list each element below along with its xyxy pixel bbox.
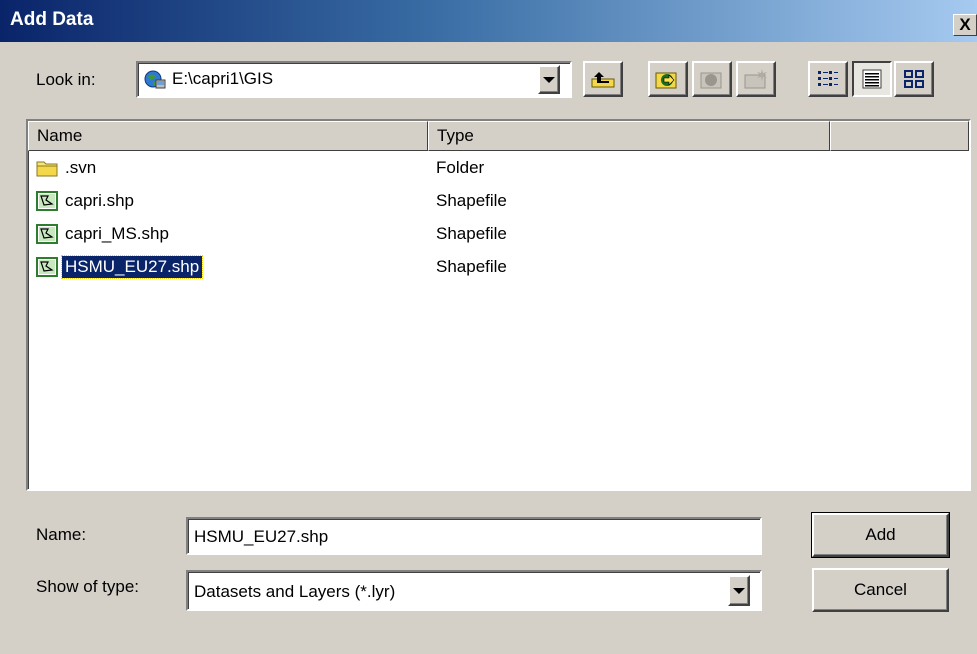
list-item[interactable]: .svn Folder [28,151,969,183]
disconnect-folder-icon [700,72,722,89]
folder-icon [36,161,58,177]
list-view-icon [818,71,838,86]
shapefile-icon [36,224,58,244]
list-item-name: capri.shp [65,191,134,210]
title-bar[interactable]: Add Data X [0,0,977,42]
list-item-selected[interactable]: HSMU_EU27.shp Shapefile [28,250,969,282]
show-of-type-dropdown[interactable]: Datasets and Layers (*.lyr) [186,570,762,611]
list-item-name: HSMU_EU27.shp [60,255,204,279]
column-header-name[interactable]: Name [28,121,428,151]
close-button[interactable]: X [953,14,977,36]
shapefile-icon [36,191,58,211]
list-item[interactable]: capri.shp Shapefile [28,184,969,216]
show-of-type-dropdown-button[interactable] [728,575,750,606]
list-item-type: Folder [436,158,485,177]
look-in-path: E:\capri1\GIS [172,69,274,88]
details-view-button[interactable] [852,61,892,97]
list-item-name: capri_MS.shp [65,224,169,243]
up-one-level-button[interactable] [583,61,623,97]
look-in-label: Look in: [36,70,96,89]
up-one-level-icon [591,72,615,88]
name-field-value: HSMU_EU27.shp [194,527,329,546]
network-drive-icon [144,68,166,90]
details-view-icon [862,69,882,89]
disconnect-folder-button[interactable] [692,61,732,97]
list-item-name: .svn [65,158,97,177]
chevron-down-icon [733,587,745,594]
connect-folder-icon [655,72,677,89]
name-field[interactable]: HSMU_EU27.shp [186,517,762,555]
chevron-down-icon [543,76,555,83]
column-header-extra[interactable] [830,121,969,151]
new-folder-button[interactable] [736,61,776,97]
thumbnails-view-button[interactable] [894,61,934,97]
connect-folder-button[interactable] [648,61,688,97]
look-in-dropdown[interactable]: E:\capri1\GIS [136,61,572,98]
cancel-button[interactable]: Cancel [812,568,949,612]
list-view-button[interactable] [808,61,848,97]
add-button[interactable]: Add [811,512,950,558]
list-item-type: Shapefile [436,191,507,210]
look-in-dropdown-button[interactable] [538,65,560,94]
shapefile-icon [36,257,58,277]
show-of-type-value: Datasets and Layers (*.lyr) [194,582,396,601]
file-list[interactable]: Name Type .svn Folder capri.shp Shapefil… [26,119,971,491]
list-item[interactable]: capri_MS.shp Shapefile [28,217,969,249]
thumbnails-view-icon [904,70,924,88]
list-item-type: Shapefile [436,224,507,243]
show-of-type-label: Show of type: [36,577,140,596]
list-item-type: Shapefile [436,257,507,276]
window-title: Add Data [10,9,94,30]
name-label: Name: [36,525,87,544]
column-header-type[interactable]: Type [428,121,830,151]
new-folder-icon [744,69,767,89]
